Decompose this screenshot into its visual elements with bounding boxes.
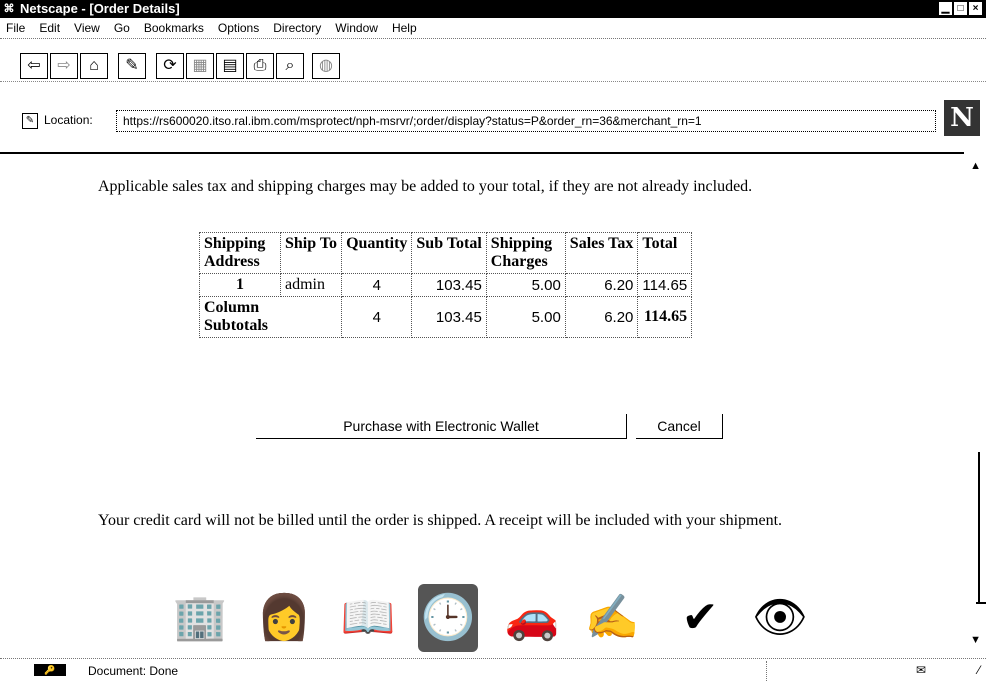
close-icon[interactable]: ×: [969, 2, 982, 15]
header-total: Total: [637, 232, 693, 274]
menu-go[interactable]: Go: [114, 21, 130, 35]
images-icon[interactable]: ▦: [186, 53, 214, 79]
shopper-icon: 👩: [256, 593, 312, 642]
maximize-icon[interactable]: □: [954, 2, 967, 15]
purchase-wallet-button[interactable]: Purchase with Electronic Wallet: [256, 414, 627, 439]
clock-icon: 🕒: [418, 584, 478, 652]
cell-sub-total: 103.45: [411, 273, 487, 297]
cell-shipping: 5.00: [485, 273, 566, 297]
bookmark-edit-icon[interactable]: ✎: [22, 113, 38, 129]
location-bar: ✎ Location: https://rs600020.itso.ral.ib…: [0, 82, 986, 152]
header-sub-total: Sub Total: [411, 232, 487, 274]
menu-edit[interactable]: Edit: [39, 21, 60, 35]
process-icons: 🏢 👩 📖 🕒 🚗 ✍ ✔ 👁: [170, 584, 830, 654]
location-input[interactable]: https://rs600020.itso.ral.ibm.com/msprot…: [116, 110, 936, 132]
scroll-thumb[interactable]: [978, 452, 980, 602]
cancel-button[interactable]: Cancel: [636, 414, 723, 439]
car-icon: 🚗: [504, 593, 560, 642]
back-icon[interactable]: ⇦: [20, 53, 48, 79]
minimize-icon[interactable]: ▁: [939, 2, 952, 15]
book-icon: 📖: [340, 593, 396, 642]
toolbar: ⇦ ⇨ ⌂ ✎ ⟳ ▦ ▤ ⎙ ⌕ ◍: [0, 39, 986, 82]
system-menu-icon[interactable]: ⌘: [3, 3, 15, 15]
menu-bookmarks[interactable]: Bookmarks: [144, 21, 204, 35]
menu-bar: File Edit View Go Bookmarks Options Directory W…: [0, 18, 986, 39]
subtotal-label-text: Column Subtotals: [204, 299, 269, 334]
scroll-up-icon[interactable]: ▲: [970, 160, 981, 172]
tax-notice: Applicable sales tax and shipping charge…: [98, 178, 753, 195]
print-icon[interactable]: ⎙: [246, 53, 274, 79]
header-ship-to: Ship To: [279, 232, 343, 274]
find-icon[interactable]: ⌕: [276, 53, 304, 79]
cell-ship-to: admin: [279, 273, 343, 297]
forward-icon[interactable]: ⇨: [50, 53, 78, 79]
vertical-scrollbar[interactable]: ▲ ▼: [964, 152, 986, 658]
resize-grip-icon[interactable]: ⁄: [978, 663, 980, 677]
order-table: Shipping Address Ship To Quantity Sub To…: [198, 232, 693, 338]
menu-help[interactable]: Help: [392, 21, 417, 35]
subtotal-shipping: 5.00: [485, 296, 566, 338]
mail-icon[interactable]: ✉: [916, 663, 926, 677]
subtotal-sales-tax: 6.20: [564, 296, 639, 338]
cell-quantity: 4: [341, 273, 413, 297]
menu-options[interactable]: Options: [218, 21, 259, 35]
netscape-logo[interactable]: N: [944, 100, 980, 136]
scroll-down-icon[interactable]: ▼: [970, 634, 981, 646]
signing-icon: ✍: [584, 593, 640, 642]
building-icon: 🏢: [172, 593, 228, 642]
header-shipping-charges: Shipping Charges: [485, 232, 566, 274]
table-row: 1 admin 4 103.45 5.00 6.20 114.65: [199, 273, 693, 297]
subtotal-row: Column Subtotals 4 103.45 5.00 6.20 114.…: [198, 296, 693, 338]
table-header-row: Shipping Address Ship To Quantity Sub To…: [199, 232, 693, 274]
scroll-thumb-cap: [976, 602, 986, 604]
edit-icon[interactable]: ✎: [118, 53, 146, 79]
checkmark-icon: ✔: [681, 593, 719, 642]
subtotal-total: 114.65: [637, 296, 693, 338]
header-shipping-address: Shipping Address: [199, 232, 281, 274]
title-bar: ⌘ Netscape - [Order Details] ▁ □ ×: [0, 0, 986, 18]
stop-icon[interactable]: ◍: [312, 53, 340, 79]
cell-address: 1: [199, 273, 281, 297]
open-icon[interactable]: ▤: [216, 53, 244, 79]
subtotal-label: Column Subtotals: [198, 296, 343, 338]
reload-icon[interactable]: ⟳: [156, 53, 184, 79]
billing-notice: Your credit card will not be billed unti…: [98, 512, 783, 529]
menu-file[interactable]: File: [6, 21, 25, 35]
home-icon[interactable]: ⌂: [80, 53, 108, 79]
status-bar: 🔑 Document: Done ✉ ⁄: [0, 658, 986, 684]
location-label: Location:: [44, 113, 93, 127]
eye-icon: 👁: [752, 593, 808, 642]
cell-sales-tax: 6.20: [564, 273, 639, 297]
menu-window[interactable]: Window: [335, 21, 378, 35]
status-divider: [766, 661, 768, 681]
security-key-icon[interactable]: 🔑: [34, 664, 66, 676]
subtotal-sub-total: 103.45: [411, 296, 487, 338]
window-controls: ▁ □ ×: [939, 2, 982, 15]
window-title: Netscape - [Order Details]: [20, 1, 180, 16]
status-text: Document: Done: [88, 664, 179, 678]
subtotal-quantity: 4: [341, 296, 413, 338]
cell-total: 114.65: [637, 273, 693, 297]
header-sales-tax: Sales Tax: [564, 232, 639, 274]
header-quantity: Quantity: [341, 232, 413, 274]
menu-directory[interactable]: Directory: [273, 21, 321, 35]
page-content: Applicable sales tax and shipping charge…: [0, 152, 964, 652]
menu-view[interactable]: View: [74, 21, 100, 35]
